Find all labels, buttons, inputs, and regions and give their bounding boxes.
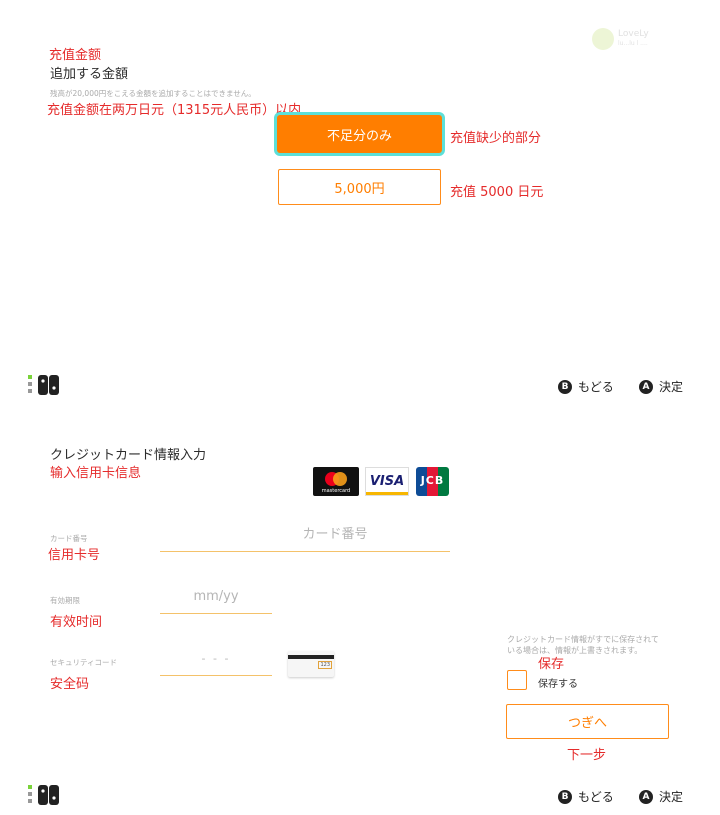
note-secondary: 充值 5000 日元 — [450, 185, 544, 200]
a-button-icon: A — [639, 379, 653, 394]
note-limit: 充值金额在两万日元（1315元人民币）以内 — [47, 103, 302, 118]
note-save: 保存 — [538, 657, 565, 672]
card-back-code: 123 — [318, 661, 332, 669]
save-info-text: クレジットカード情報がすでに保存されて いる場合は、情報が上書きされます。 — [507, 634, 659, 656]
watermark-text: LoveLy — [618, 29, 649, 39]
card-number-field[interactable]: カード番号 — [160, 524, 450, 552]
confirm-label: 決定 — [659, 790, 684, 804]
security-code-label: セキュリティコード — [50, 658, 118, 667]
note-next: 下一步 — [567, 748, 607, 763]
note-primary: 充值缺少的部分 — [450, 131, 542, 146]
page-subtitle: 残高が20,000円をこえる金額を追加することはできません。 — [50, 89, 256, 98]
save-info-line-2: いる場合は、情報が上書きされます。 — [507, 646, 643, 655]
shortfall-only-button[interactable]: 不足分のみ — [277, 115, 442, 153]
visa-logo: VISA — [365, 467, 409, 496]
note-card-number: 信用卡号 — [48, 548, 101, 563]
watermark-face-icon — [592, 28, 614, 50]
jcb-logo: JCB — [416, 467, 449, 496]
confirm-hint[interactable]: A 決定 — [639, 378, 683, 395]
b-button-icon: B — [558, 379, 572, 394]
mastercard-logo: mastercard — [313, 467, 359, 496]
confirm-label: 決定 — [659, 380, 684, 394]
security-code-field[interactable]: - - - — [160, 648, 272, 676]
note-security-code: 安全码 — [50, 677, 90, 692]
card-back-icon: 123 — [288, 651, 334, 677]
watermark-logo: LoveLy lu...lu l .... — [592, 24, 682, 54]
a-button-icon: A — [639, 789, 653, 804]
expiry-label: 有効期限 — [50, 596, 80, 605]
save-checkbox-label[interactable]: 保存する — [538, 675, 578, 690]
watermark-subtext: lu...lu l .... — [618, 40, 648, 47]
mastercard-text: mastercard — [321, 488, 351, 494]
page-title: 追加する金額 — [50, 67, 129, 82]
expiry-field[interactable]: mm/yy — [160, 586, 272, 614]
card-form-title: クレジットカード情報入力 — [50, 448, 207, 463]
controller-icon — [28, 374, 60, 400]
save-info-line-1: クレジットカード情報がすでに保存されて — [507, 635, 659, 644]
amount-5000-button[interactable]: 5,000円 — [278, 169, 441, 205]
note-expiry: 有效时间 — [50, 615, 103, 630]
next-button[interactable]: つぎへ — [506, 704, 669, 739]
visa-text: VISA — [369, 474, 405, 489]
b-button-icon: B — [558, 789, 572, 804]
note-amount: 充值金额 — [49, 48, 102, 63]
jcb-text: JCB — [420, 474, 445, 487]
save-checkbox[interactable] — [507, 670, 527, 690]
confirm-hint-bottom[interactable]: A 決定 — [639, 788, 683, 805]
controller-icon-bottom — [28, 784, 60, 810]
back-hint-bottom[interactable]: B もどる — [558, 788, 614, 805]
security-code-placeholder: - - - — [201, 652, 231, 665]
back-hint[interactable]: B もどる — [558, 378, 614, 395]
back-label: もどる — [578, 790, 614, 804]
card-number-label: カード番号 — [50, 534, 88, 543]
back-label: もどる — [578, 380, 614, 394]
note-card-title: 输入信用卡信息 — [50, 466, 142, 481]
expiry-placeholder: mm/yy — [193, 589, 239, 604]
card-number-placeholder: カード番号 — [302, 527, 368, 542]
